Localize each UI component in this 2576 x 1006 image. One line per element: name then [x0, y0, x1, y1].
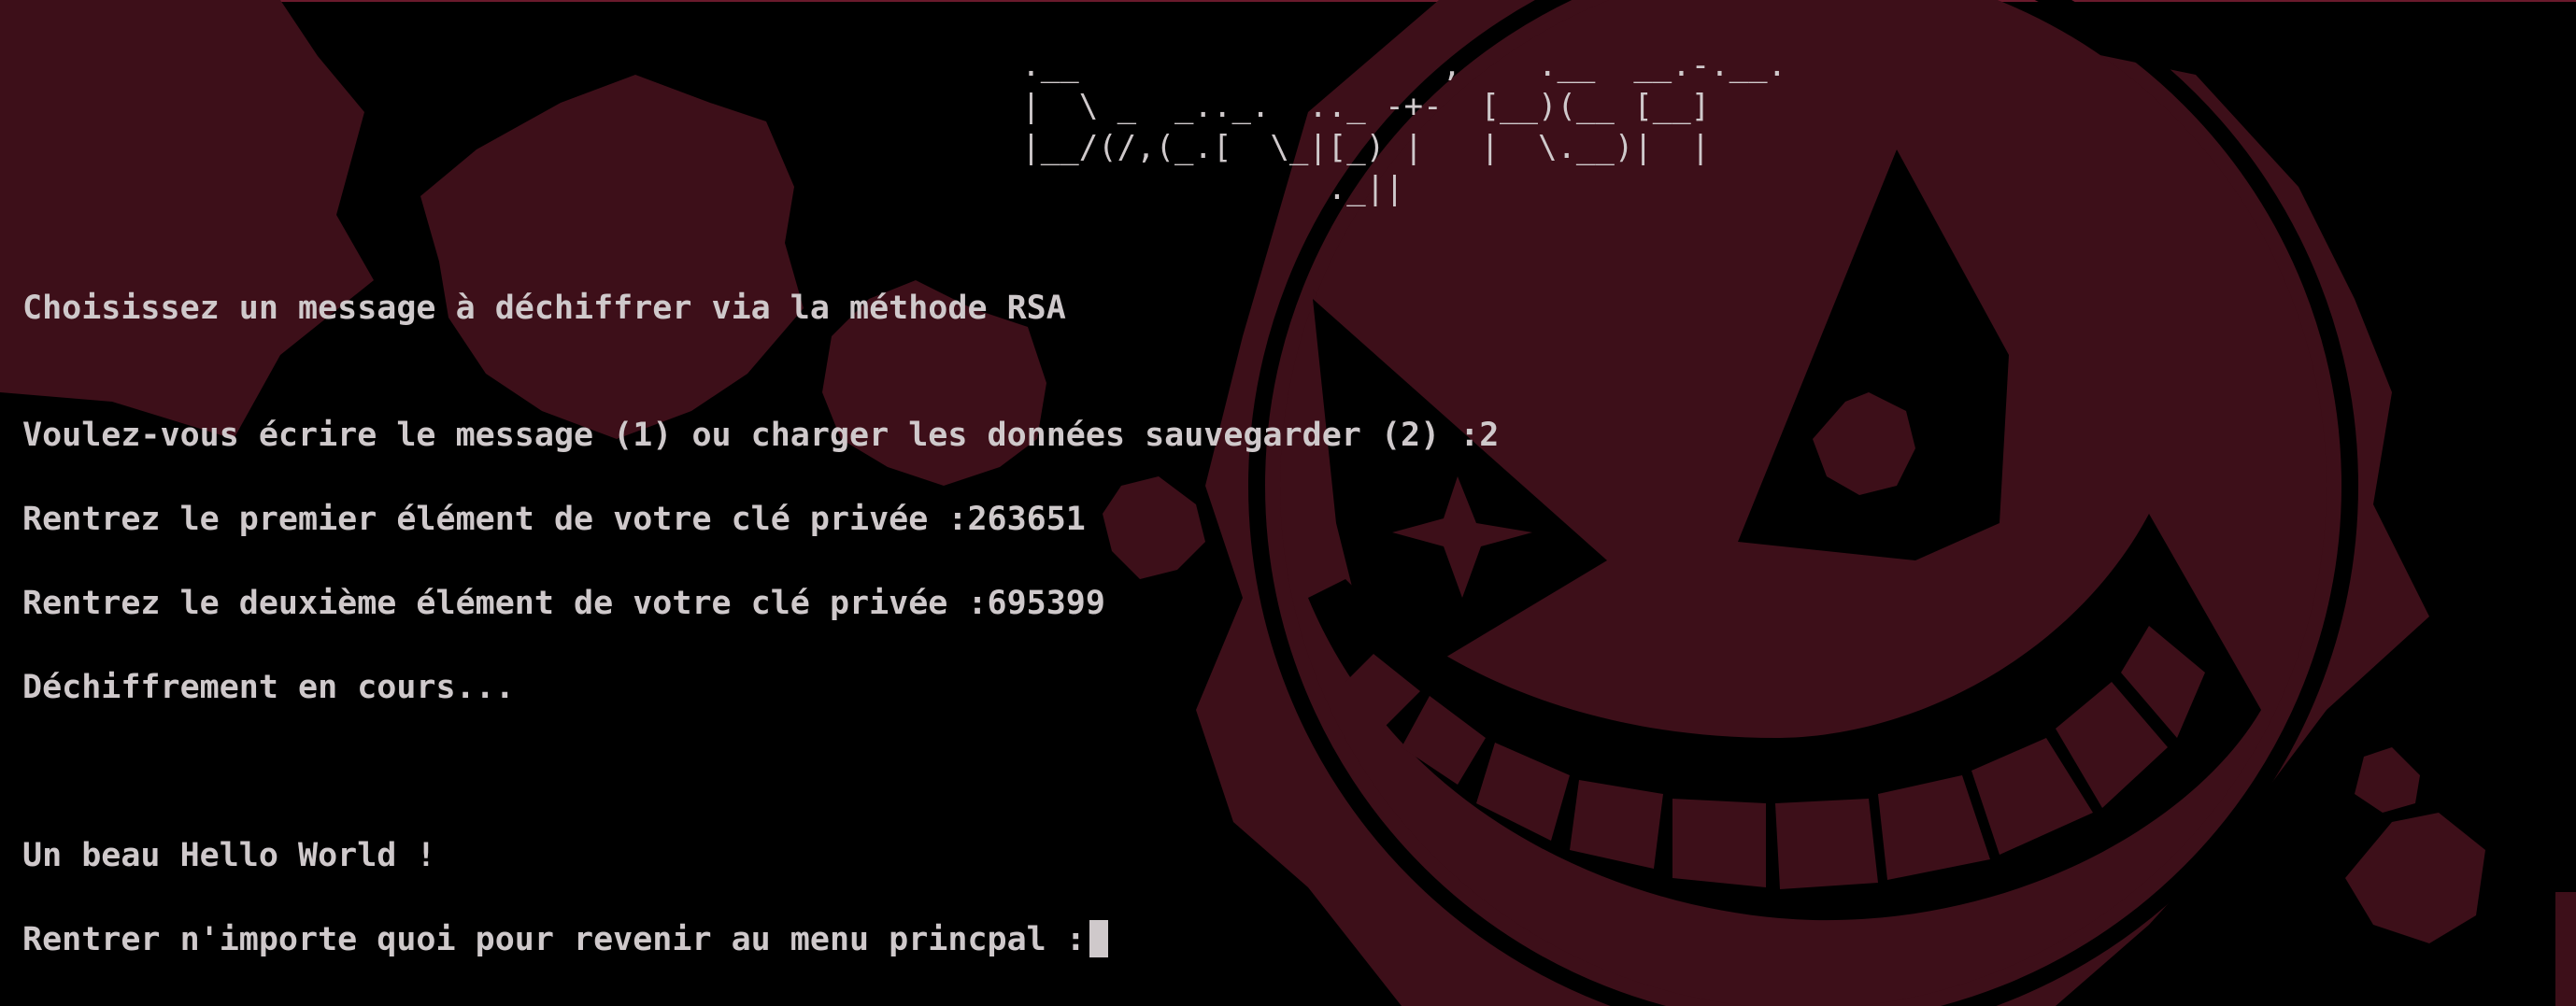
- console-title: Choisissez un message à déchiffrer via l…: [22, 290, 1066, 327]
- return-prompt-line[interactable]: Rentrer n'importe quoi pour revenir au m…: [22, 919, 1108, 960]
- spiky-blob-icon: [1103, 476, 1205, 579]
- spiky-blob-icon: [420, 75, 804, 439]
- return-prompt: Rentrer n'importe quoi pour revenir au m…: [22, 921, 1086, 958]
- terminal-window[interactable]: .__ , .__ __.-.__. | \ _ _.._. .._ -+- […: [0, 0, 2576, 1006]
- status-text: Déchiffrement en cours...: [22, 669, 515, 706]
- mode-prompt: Voulez-vous écrire le message (1) ou cha…: [22, 417, 1500, 454]
- ascii-banner-line-2: | \ _ _.._. .._ -+- [__)(__ [__]: [888, 88, 1711, 125]
- private-key-first-prompt: Rentrez le premier élément de votre clé …: [22, 501, 1086, 538]
- text-cursor[interactable]: [1089, 920, 1108, 957]
- private-key-second-prompt: Rentrez le deuxième élément de votre clé…: [22, 585, 1105, 622]
- ascii-banner-line-1: .__ , .__ __.-.__.: [888, 47, 1787, 84]
- decrypted-result: Un beau Hello World !: [22, 837, 436, 874]
- spiky-blob-icon: [0, 0, 374, 439]
- ascii-banner-line-3: |__/(/,(_.[ \_|[_) | | \.__)| |: [888, 129, 1711, 166]
- ascii-banner-line-4: ._||: [888, 170, 1404, 207]
